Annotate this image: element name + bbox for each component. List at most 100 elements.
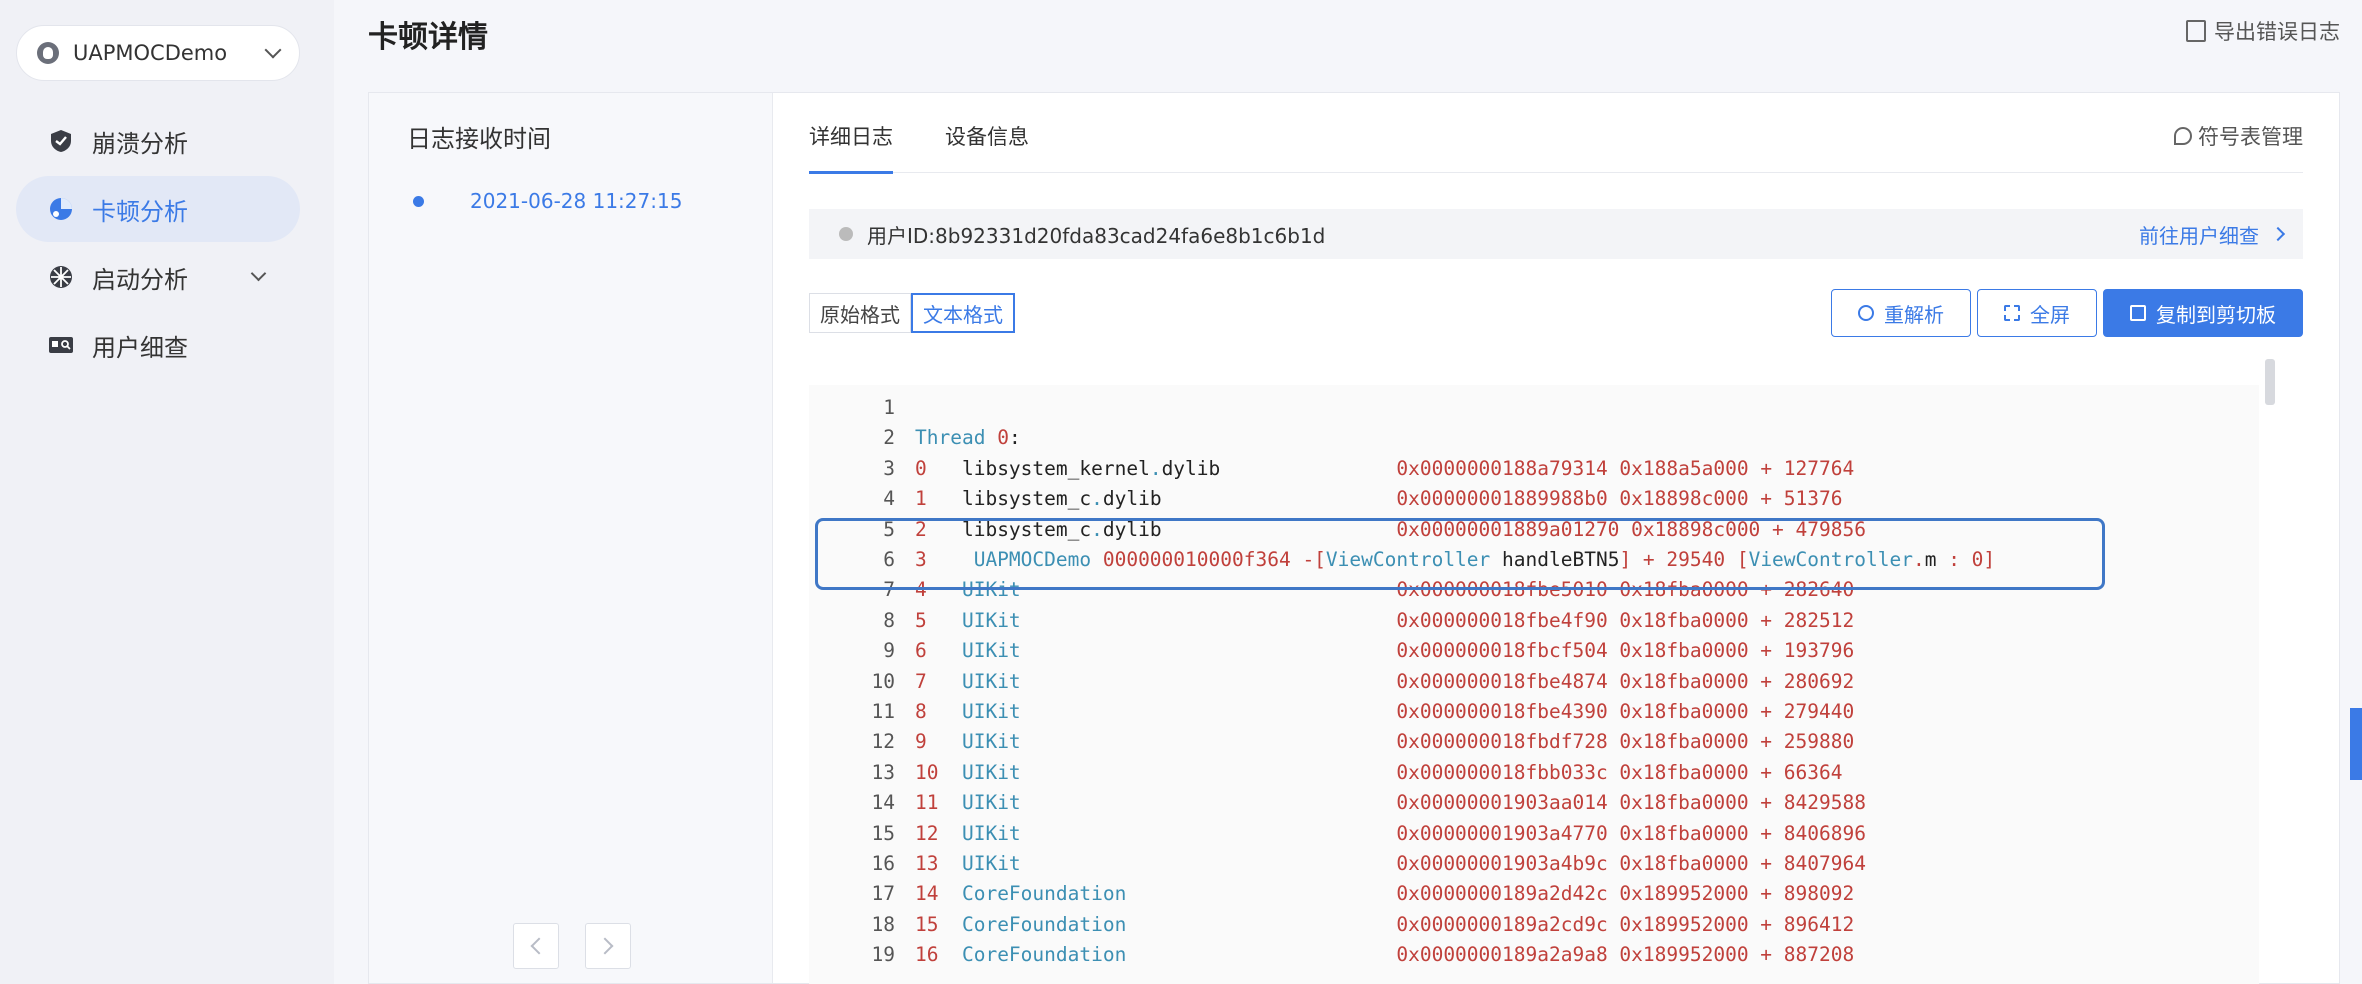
chevron-left-icon — [530, 937, 548, 955]
token: UIKit — [961, 821, 1397, 845]
sidebar-item-label: 卡顿分析 — [92, 197, 188, 226]
tab-device-info[interactable]: 设备信息 — [945, 121, 1029, 171]
token: UIKit — [961, 760, 1397, 784]
line-text: 11 UIKit 0x00000001903aa014 0x18fba0000 … — [915, 788, 1866, 818]
highlighted-frame-box — [815, 518, 2105, 590]
log-code-view[interactable]: 1 2 Thread 0: 3 0 libsystem_kernel.dylib 0x0… — [809, 385, 2259, 984]
refresh-icon — [1858, 305, 1874, 321]
line-text: 12 UIKit 0x00000001903a4770 0x18fba0000 … — [915, 819, 1866, 849]
line-text: 16 CoreFoundation 0x0000000189a2a9a8 0x1… — [915, 940, 1854, 970]
token: 0x0000000189a2d42c 0x189952000 + 898092 — [1396, 882, 1855, 906]
side-edge-tab[interactable] — [2350, 708, 2362, 780]
sidebar-item-launch-analysis[interactable]: 启动分析 — [16, 244, 300, 310]
token: 0 — [997, 426, 1009, 450]
wrench-icon — [2174, 127, 2192, 145]
detail-tabs: 详细日志 设备信息 符号表管理 — [809, 93, 2303, 174]
line-text: 0 libsystem_kernel.dylib 0x0000000188a79… — [915, 454, 1854, 484]
fullscreen-label: 全屏 — [2030, 302, 2070, 327]
token: 0x0000000189a2cd9c 0x189952000 + 896412 — [1396, 912, 1855, 936]
token: 0x000000018fbdf728 0x18fba0000 + 259880 — [1396, 730, 1855, 754]
token: 0x00000001903aa014 0x18fba0000 + 8429588 — [1396, 791, 1866, 815]
line-text: 6 UIKit 0x000000018fbcf504 0x18fba0000 +… — [915, 636, 1854, 666]
goto-user-lookup-link[interactable]: 前往用户细查 — [2139, 220, 2286, 249]
tab-detail-log[interactable]: 详细日志 — [809, 121, 893, 174]
chevron-down-icon[interactable] — [250, 265, 267, 282]
token: UIKit — [961, 669, 1397, 693]
sidebar-item-label: 崩溃分析 — [92, 129, 188, 158]
token: 7 — [915, 669, 962, 693]
sidebar-item-user-lookup[interactable]: 用户细查 — [16, 312, 300, 378]
token: 0x0000000189a2a9a8 0x189952000 + 887208 — [1396, 943, 1855, 967]
sidebar-item-label: 用户细查 — [92, 333, 188, 362]
line-text: 9 UIKit 0x000000018fbdf728 0x18fba0000 +… — [915, 727, 1854, 757]
token: CoreFoundation — [961, 943, 1397, 967]
prev-page-button[interactable] — [513, 923, 559, 969]
line-number: 12 — [871, 730, 895, 754]
raw-format-button[interactable]: 原始格式 — [809, 293, 911, 333]
token: 0x000000018fbcf504 0x18fba0000 + 193796 — [1396, 639, 1855, 663]
line-number: 16 — [871, 852, 895, 875]
token: 0x000000018fbe4874 0x18fba0000 + 280692 — [1396, 669, 1855, 693]
chevron-right-icon — [596, 937, 614, 955]
token: UIKit — [961, 852, 1397, 875]
fullscreen-button[interactable]: 全屏 — [1977, 289, 2097, 337]
line-text: Thread 0: — [915, 423, 1021, 453]
line-number: 10 — [871, 669, 895, 693]
line-text: 10 UIKit 0x000000018fbb033c 0x18fba0000 … — [915, 758, 1842, 788]
token: 0x00000001903a4b9c 0x18fba0000 + 8407964 — [1396, 852, 1866, 875]
token: 0x0000000188a79314 0x188a5a000 + 127764 — [1396, 456, 1855, 480]
line-number: 14 — [871, 791, 895, 815]
line-number: 3 — [883, 456, 895, 480]
text-format-button[interactable]: 文本格式 — [911, 293, 1015, 333]
scrollbar-thumb[interactable] — [2265, 359, 2275, 405]
next-page-button[interactable] — [585, 923, 631, 969]
chevron-right-icon — [2270, 226, 2286, 242]
page-title: 卡顿详情 — [368, 20, 488, 55]
token: UIKit — [961, 639, 1397, 663]
sidebar: UAPMOCDemo 崩溃分析 卡顿分析 启动分析 用户细查 — [0, 0, 334, 984]
copy-to-clipboard-button[interactable]: 复制到剪切板 — [2103, 289, 2303, 337]
log-list-item[interactable]: 2021-06-28 11:27:15 — [413, 189, 682, 213]
symbol-management-button[interactable]: 符号表管理 — [2174, 121, 2303, 151]
token: 14 — [915, 882, 962, 906]
line-text: 13 UIKit 0x00000001903a4b9c 0x18fba0000 … — [915, 849, 1866, 879]
copy-icon — [2130, 305, 2146, 321]
sidebar-item-stutter-analysis[interactable]: 卡顿分析 — [16, 176, 300, 242]
log-time: 2021-06-28 11:27:15 — [470, 189, 683, 213]
token: 13 — [915, 852, 962, 875]
reparse-button[interactable]: 重解析 — [1831, 289, 1971, 337]
line-text: 5 UIKit 0x000000018fbe4f90 0x18fba0000 +… — [915, 606, 1854, 636]
line-number: 4 — [883, 487, 895, 511]
line-number: 18 — [871, 912, 895, 936]
token: libsystem_kernel — [961, 456, 1150, 480]
launch-icon — [50, 266, 72, 288]
app-name: UAPMOCDemo — [73, 41, 228, 65]
token: 8 — [915, 700, 962, 723]
token: 11 — [915, 791, 962, 815]
sidebar-item-crash-analysis[interactable]: 崩溃分析 — [16, 108, 300, 174]
line-number: 1 — [883, 396, 895, 419]
token: 0x00000001889988b0 0x18898c000 + 51376 — [1396, 487, 1843, 511]
stutter-chart-icon — [50, 198, 72, 220]
user-card-icon — [49, 337, 73, 353]
token: 0x000000018fbe4f90 0x18fba0000 + 282512 — [1396, 608, 1855, 632]
token: 6 — [915, 639, 962, 663]
line-number: 13 — [871, 760, 895, 784]
line-number: 17 — [871, 882, 895, 906]
line-text: 7 UIKit 0x000000018fbe4874 0x18fba0000 +… — [915, 667, 1854, 697]
export-error-log-button[interactable]: 导出错误日志 — [2186, 16, 2340, 46]
token: UIKit — [961, 608, 1397, 632]
line-text: 8 UIKit 0x000000018fbe4390 0x18fba0000 +… — [915, 697, 1854, 727]
fullscreen-icon — [2004, 305, 2020, 321]
token: 12 — [915, 821, 962, 845]
app-selector[interactable]: UAPMOCDemo — [16, 25, 300, 81]
log-time-title: 日志接收时间 — [407, 125, 551, 153]
token: 0 — [915, 456, 962, 480]
action-buttons: 重解析 全屏 复制到剪切板 — [1825, 289, 2303, 337]
format-toggle: 原始格式 文本格式 — [809, 293, 1015, 333]
token: 0x000000018fbb033c 0x18fba0000 + 66364 — [1396, 760, 1843, 784]
symbol-management-label: 符号表管理 — [2198, 125, 2303, 149]
token: dylib — [1161, 456, 1397, 480]
user-id: 用户ID:8b92331d20fda83cad24fa6e8b1c6b1d — [867, 223, 1326, 248]
token: Thread — [915, 426, 998, 450]
